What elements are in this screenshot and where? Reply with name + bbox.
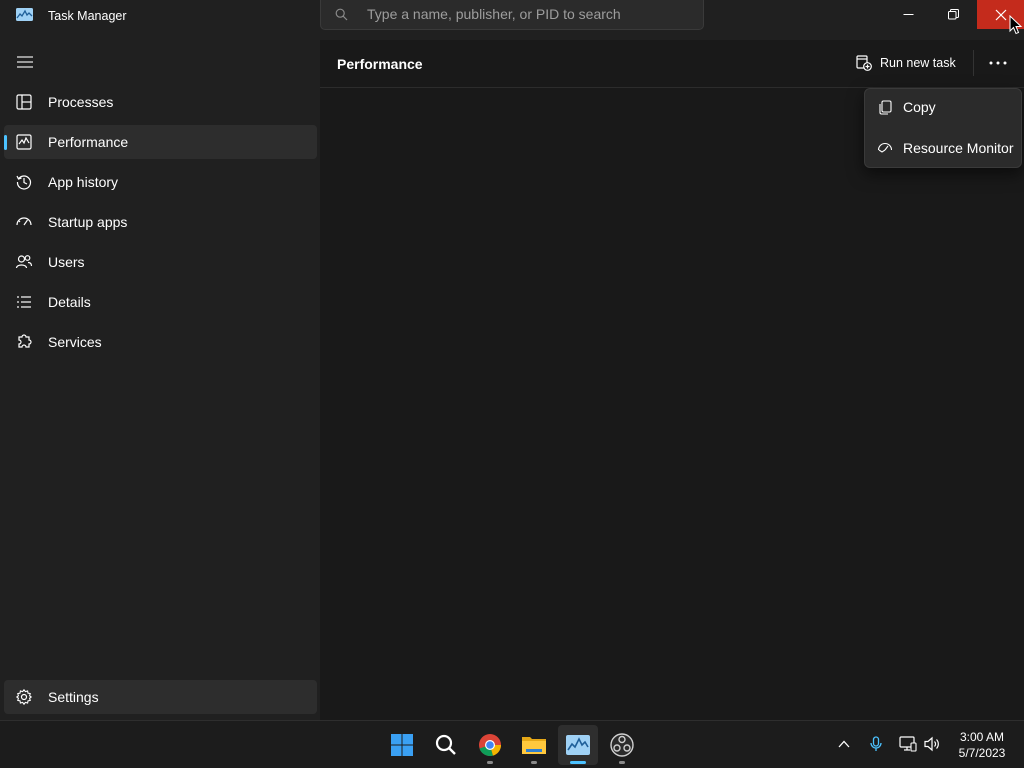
divider [973,50,974,76]
performance-icon [16,134,32,150]
sidebar-item-performance[interactable]: Performance [4,125,317,159]
taskbar: 3:00 AM 5/7/2023 [0,720,1024,768]
more-options-icon [989,61,1007,65]
search-input[interactable] [367,0,697,28]
sidebar-item-users[interactable]: Users [4,245,317,279]
run-new-task-button[interactable]: Run new task [856,48,966,78]
minimize-icon [903,14,913,15]
run-task-icon [856,55,872,71]
search-box[interactable] [320,0,704,30]
obs-icon [610,733,634,757]
sidebar-item-label: Details [48,294,91,310]
mouse-cursor-icon [1009,15,1023,35]
restore-icon [947,9,959,20]
chevron-up-icon [838,740,850,748]
microphone-button[interactable] [865,733,887,755]
sidebar-item-settings[interactable]: Settings [4,680,317,714]
clock[interactable]: 3:00 AM 5/7/2023 [948,729,1016,761]
resource-monitor-icon [877,142,893,153]
taskbar-file-explorer[interactable] [514,725,554,765]
start-button[interactable] [382,725,422,765]
taskbar-chrome[interactable] [470,725,510,765]
more-options-button[interactable] [983,48,1013,78]
restore-button[interactable] [930,0,976,29]
sidebar-item-label: Startup apps [48,214,128,230]
processes-icon [16,94,32,110]
more-options-menu: Copy Resource Monitor [864,88,1022,168]
sidebar-item-details[interactable]: Details [4,285,317,319]
title-bar: Task Manager [0,0,1024,40]
taskbar-obs[interactable] [602,725,642,765]
clock-time: 3:00 AM [959,730,1005,744]
menu-item-label: Copy [903,99,936,115]
sidebar-item-services[interactable]: Services [4,325,317,359]
running-indicator [487,761,493,764]
task-manager-icon [566,735,590,755]
sidebar-item-label: Processes [48,94,114,110]
sidebar-item-startup-apps[interactable]: Startup apps [4,205,317,239]
copy-icon [879,100,892,115]
microphone-icon [870,736,882,751]
sidebar-item-label: App history [48,174,119,190]
clock-date: 5/7/2023 [958,746,1006,760]
chrome-icon [479,734,501,757]
sidebar-item-label: Services [48,334,102,350]
sidebar-item-label: Performance [48,134,129,150]
sidebar-item-app-history[interactable]: App history [4,165,317,199]
running-indicator [619,761,625,764]
page-header: Performance Run new task [320,40,1024,88]
show-hidden-icons-button[interactable] [833,733,855,755]
menu-item-resource-monitor[interactable]: Resource Monitor [867,131,1019,165]
page-title: Performance [337,56,423,72]
puzzle-icon [18,334,32,348]
network-icon [899,736,917,752]
network-button[interactable] [897,733,919,755]
menu-item-copy[interactable]: Copy [867,90,1019,124]
sidebar-item-label: Settings [48,689,99,705]
sidebar-item-label: Users [48,254,85,270]
app-title: Task Manager [48,9,127,23]
running-indicator [570,761,586,764]
search-icon [435,734,456,755]
close-icon [995,9,1006,20]
start-icon [391,734,413,756]
hamburger-icon [17,56,33,68]
run-new-task-label: Run new task [880,56,956,70]
list-icon [17,296,31,308]
file-explorer-icon [522,737,546,754]
menu-item-label: Resource Monitor [903,140,1014,156]
gear-icon [15,688,33,706]
speedometer-icon [16,217,32,226]
users-icon [15,255,33,269]
sidebar-item-processes[interactable]: Processes [4,85,317,119]
minimize-button[interactable] [885,0,931,29]
history-icon [16,175,32,190]
taskbar-search-button[interactable] [426,725,466,765]
hamburger-menu-button[interactable] [8,48,42,76]
volume-icon [924,736,939,752]
running-indicator [531,761,537,764]
search-icon [335,8,348,21]
selection-indicator [4,135,7,150]
sidebar: Processes Performance App history Startu… [0,40,320,720]
volume-button[interactable] [921,733,943,755]
taskbar-task-manager[interactable] [558,725,598,765]
task-manager-app-icon [16,8,33,21]
